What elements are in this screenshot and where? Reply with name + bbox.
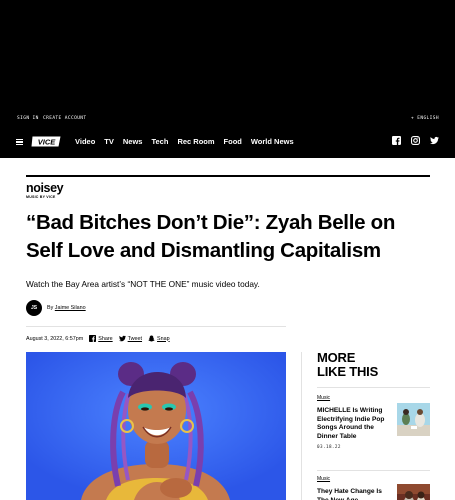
sign-in-link[interactable]: SIGN IN <box>17 116 39 121</box>
hero-photo-illustration <box>26 352 286 500</box>
card-thumbnail-image <box>397 484 430 500</box>
author-link[interactable]: Jaime Silano <box>55 305 86 311</box>
language-selector[interactable]: + ENGLISH <box>411 116 439 121</box>
nav-link-tv[interactable]: TV <box>104 137 114 146</box>
nav-links: Video TV News Tech Rec Room Food World N… <box>75 137 303 146</box>
byline: JS By Jaime Silano <box>26 300 86 316</box>
twitter-icon[interactable] <box>430 136 439 145</box>
card-title[interactable]: MICHELLE Is Writing Electrifying Indie P… <box>317 407 389 441</box>
card-divider <box>317 387 430 388</box>
facebook-icon <box>89 335 97 342</box>
card-title[interactable]: They Hate Change Is The New Age <box>317 488 389 500</box>
twitter-icon <box>118 335 126 342</box>
nav-link-news[interactable]: News <box>123 137 143 146</box>
share-facebook-label: Share <box>98 335 113 342</box>
snapchat-icon <box>148 335 155 342</box>
facebook-icon[interactable] <box>392 136 401 145</box>
article-title: “Bad Bitches Don’t Die”: Zyah Belle on S… <box>26 211 396 262</box>
nav-link-food[interactable]: Food <box>224 137 242 146</box>
svg-text:VICE: VICE <box>38 137 57 146</box>
card-thumbnail[interactable] <box>397 403 430 436</box>
card-category[interactable]: Music <box>317 476 430 482</box>
card-thumbnail[interactable] <box>397 484 430 500</box>
nav-link-video[interactable]: Video <box>75 137 95 146</box>
share-snapchat-button[interactable]: Snap <box>148 335 170 342</box>
card-date: 03.18.22 <box>317 445 341 451</box>
publish-date: August 3, 2022, 6:57pm <box>26 335 84 342</box>
share-twitter-label: Tweet <box>127 335 143 342</box>
article-dek: Watch the Bay Area artist’s “NOT THE ONE… <box>26 279 260 289</box>
header-rule <box>26 175 430 177</box>
hero-image <box>26 352 286 500</box>
nav-link-tech[interactable]: Tech <box>151 137 168 146</box>
social-links <box>392 136 439 145</box>
card-thumbnail-image <box>397 403 430 436</box>
more-like-this-line2: LIKE THIS <box>317 364 379 379</box>
card-category[interactable]: Music <box>317 395 430 401</box>
account-bar: SIGN IN CREATE ACCOUNT + ENGLISH <box>0 112 455 126</box>
noisey-wordmark: noisey <box>26 181 64 195</box>
main-nav: VICE Video TV News Tech Rec Room Food Wo… <box>0 126 455 158</box>
share-twitter-button[interactable]: Tweet <box>118 335 143 342</box>
menu-icon[interactable] <box>16 139 23 146</box>
related-article-card[interactable]: Music MICHELLE Is Writing Electrifying I… <box>317 395 430 450</box>
more-like-this-line1: MORE <box>317 350 356 365</box>
byline-text: By Jaime Silano <box>47 305 86 311</box>
share-snapchat-label: Snap <box>157 335 170 342</box>
author-avatar[interactable]: JS <box>26 300 42 316</box>
nav-link-world-news[interactable]: World News <box>251 137 294 146</box>
instagram-icon[interactable] <box>411 136 420 145</box>
sidebar-divider <box>301 352 302 500</box>
noisey-logo[interactable]: noisey MUSIC BY VICE <box>26 181 64 199</box>
ad-banner-space <box>0 0 455 112</box>
card-divider <box>317 470 430 471</box>
byline-divider <box>26 326 286 327</box>
article-meta: August 3, 2022, 6:57pm Share Tweet Snap <box>26 335 176 342</box>
more-like-this-heading: MORE LIKE THIS <box>317 351 378 379</box>
share-facebook-button[interactable]: Share <box>89 335 113 342</box>
by-prefix: By <box>47 305 54 311</box>
vice-logo[interactable]: VICE <box>31 135 62 148</box>
nav-link-rec-room[interactable]: Rec Room <box>177 137 214 146</box>
related-article-card[interactable]: Music They Hate Change Is The New Age <box>317 476 430 500</box>
noisey-subline: MUSIC BY VICE <box>26 195 56 199</box>
create-account-link[interactable]: CREATE ACCOUNT <box>43 116 87 121</box>
